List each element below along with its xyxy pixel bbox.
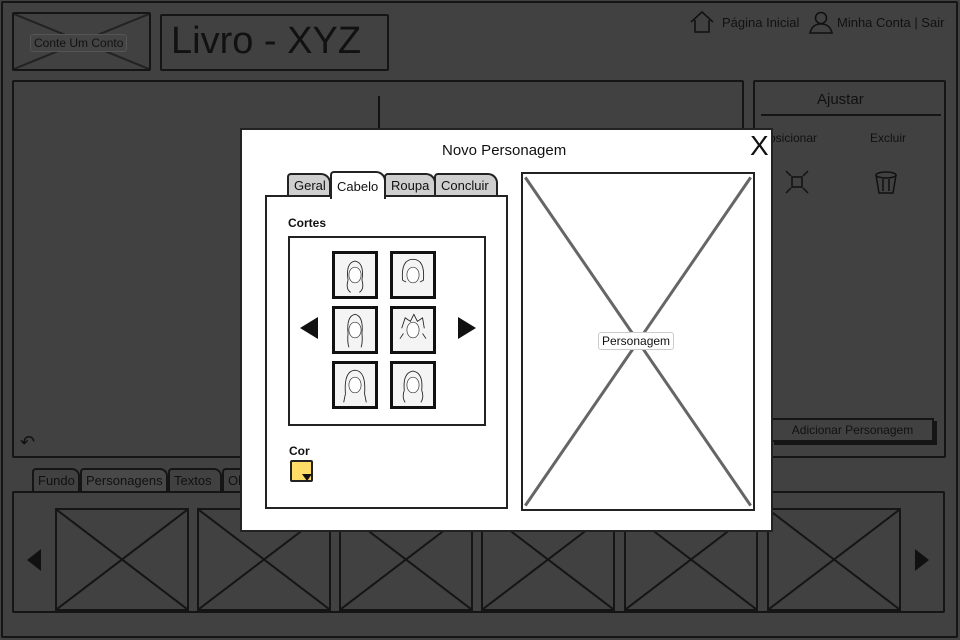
hair-cuts-grid (288, 236, 486, 426)
home-link[interactable]: Página Inicial (722, 15, 799, 30)
book-title-box: Livro - XYZ (160, 14, 389, 71)
hair-style-icon (347, 313, 363, 348)
add-character-label: Adicionar Personagem (791, 423, 914, 437)
hair-style-icon (402, 370, 424, 403)
asset-thumbnail[interactable] (767, 508, 901, 611)
dropdown-icon (302, 474, 312, 481)
tab-personagens[interactable]: Personagens (80, 468, 168, 492)
hair-option[interactable] (332, 251, 378, 299)
tab-fundo[interactable]: Fundo (32, 468, 80, 492)
delete-label: Excluir (870, 131, 907, 145)
tab-label: Cabelo (337, 179, 379, 194)
hair-style-icon (401, 258, 425, 284)
move-icon[interactable] (785, 170, 809, 194)
logo-label: Conte Um Conto (30, 34, 128, 52)
tab-textos[interactable]: Textos (168, 468, 222, 492)
scroll-left-icon[interactable] (26, 548, 42, 572)
cuts-label: Cortes (288, 216, 327, 230)
adjust-panel: Ajustar Posicionar Excluir Adicionar Per… (753, 80, 946, 458)
tab-label: Personagens (86, 473, 163, 488)
character-preview: Personagem (521, 172, 755, 511)
color-label: Cor (289, 444, 310, 458)
asset-thumbnail[interactable] (55, 508, 189, 611)
text-cursor (378, 96, 380, 132)
divider (761, 114, 941, 116)
tab-label: Textos (174, 473, 212, 488)
preview-label: Personagem (598, 332, 675, 350)
scroll-right-icon[interactable] (914, 548, 930, 572)
book-title: Livro - XYZ (171, 20, 362, 62)
close-icon[interactable]: X (750, 130, 769, 162)
dialog-title: Novo Personagem (442, 142, 567, 159)
hair-option[interactable] (332, 306, 378, 354)
hair-option[interactable] (332, 361, 378, 409)
tab-label: Concluir (441, 178, 489, 193)
tab-panel: Cortes Cor (265, 195, 508, 509)
hair-style-icon (399, 313, 427, 339)
home-icon[interactable] (689, 10, 715, 34)
previous-icon[interactable] (299, 316, 319, 340)
tab-cabelo[interactable]: Cabelo (330, 171, 386, 199)
hair-option[interactable] (390, 361, 436, 409)
color-picker[interactable] (290, 460, 313, 482)
undo-icon[interactable]: ↶ (20, 432, 35, 453)
tab-label: Fundo (38, 473, 75, 488)
user-icon[interactable] (808, 10, 834, 34)
hair-option[interactable] (390, 306, 436, 354)
account-link[interactable]: Minha Conta | Sair (837, 15, 944, 30)
add-character-button[interactable]: Adicionar Personagem (771, 418, 934, 442)
hair-style-icon (346, 260, 364, 293)
adjust-title: Ajustar (817, 91, 864, 108)
hair-style-icon (343, 369, 367, 403)
trash-icon[interactable] (874, 170, 898, 196)
next-icon[interactable] (457, 316, 477, 340)
hair-option[interactable] (390, 251, 436, 299)
new-character-dialog: Novo Personagem X Geral Cabelo Roupa Con… (240, 128, 773, 532)
logo[interactable]: Conte Um Conto (12, 12, 151, 71)
tab-label: Geral (294, 178, 326, 193)
tab-label: Roupa (391, 178, 430, 193)
